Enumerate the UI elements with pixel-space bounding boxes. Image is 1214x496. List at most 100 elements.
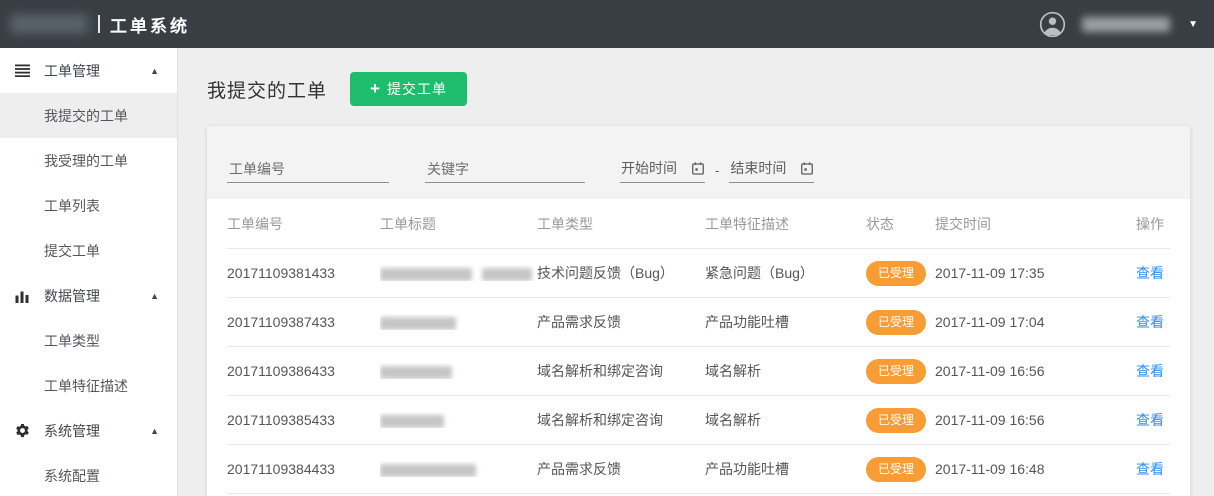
- sidebar-group-label: 数据管理: [44, 286, 150, 306]
- user-menu[interactable]: ▼: [1039, 11, 1198, 38]
- caret-up-icon[interactable]: ▲: [150, 66, 159, 76]
- col-order-no: 工单编号: [227, 214, 380, 234]
- cell-order-no: 20171109381433: [227, 265, 380, 281]
- col-title: 工单标题: [380, 214, 537, 234]
- col-status: 状态: [866, 214, 935, 234]
- cell-submit-time: 2017-11-09 16:56: [935, 412, 1136, 428]
- filter-bar: 开始时间 - 结束时间: [207, 126, 1190, 199]
- order-no-input[interactable]: [227, 158, 389, 183]
- sidebar-group-order-management[interactable]: 工单管理 ▲: [0, 48, 177, 93]
- cell-order-no: 20171109386433: [227, 363, 380, 379]
- col-type: 工单类型: [537, 214, 705, 234]
- cell-order-no: 20171109385433: [227, 412, 380, 428]
- menu-lines-icon: [15, 64, 33, 77]
- cell-action: 查看: [1136, 312, 1170, 332]
- sidebar-item-order-list[interactable]: 工单列表: [0, 183, 177, 228]
- sidebar-group-label: 工单管理: [44, 61, 150, 81]
- cell-action: 查看: [1136, 410, 1170, 430]
- col-feature: 工单特征描述: [705, 214, 866, 234]
- cell-order-no: 20171109387433: [227, 314, 380, 330]
- cell-feature: 产品功能吐槽: [705, 312, 866, 332]
- orders-table: 工单编号 工单标题 工单类型 工单特征描述 状态 提交时间 操作 2017110…: [207, 199, 1190, 494]
- date-range-separator: -: [715, 163, 719, 183]
- status-badge: 已受理: [866, 359, 926, 384]
- cell-title-redacted: [380, 461, 537, 477]
- bar-chart-icon: [15, 289, 33, 303]
- start-date-placeholder: 开始时间: [621, 158, 677, 178]
- cell-status: 已受理: [866, 408, 935, 433]
- username-blur: [1082, 17, 1170, 32]
- end-date-placeholder: 结束时间: [730, 158, 786, 178]
- table-row: 20171109385433 域名解析和绑定咨询 域名解析 已受理 2017-1…: [227, 396, 1170, 445]
- page-title: 我提交的工单: [207, 76, 327, 103]
- cell-feature: 域名解析: [705, 410, 866, 430]
- cell-title-redacted: [380, 363, 537, 379]
- submit-order-button-label: 提交工单: [387, 79, 447, 99]
- cell-action: 查看: [1136, 361, 1170, 381]
- cell-title-redacted: [380, 412, 537, 428]
- col-action: 操作: [1136, 214, 1170, 234]
- sidebar-item-submit-order[interactable]: 提交工单: [0, 228, 177, 273]
- cell-type: 域名解析和绑定咨询: [537, 361, 705, 381]
- cell-title-redacted: [380, 314, 537, 330]
- start-date-picker[interactable]: 开始时间: [620, 158, 705, 183]
- cell-feature: 紧急问题（Bug）: [705, 263, 866, 283]
- caret-up-icon[interactable]: ▲: [150, 426, 159, 436]
- cell-submit-time: 2017-11-09 16:56: [935, 363, 1136, 379]
- sidebar-item-order-type[interactable]: 工单类型: [0, 318, 177, 363]
- cell-submit-time: 2017-11-09 17:35: [935, 265, 1136, 281]
- col-submit-time: 提交时间: [935, 214, 1136, 234]
- sidebar-group-label: 系统管理: [44, 421, 150, 441]
- cell-feature: 产品功能吐槽: [705, 459, 866, 479]
- view-link[interactable]: 查看: [1136, 265, 1164, 281]
- sidebar-group-system-management[interactable]: 系统管理 ▲: [0, 408, 177, 453]
- logo-divider: [98, 15, 100, 33]
- sidebar-group-data-management[interactable]: 数据管理 ▲: [0, 273, 177, 318]
- cell-order-no: 20171109384433: [227, 461, 380, 477]
- cell-status: 已受理: [866, 457, 935, 482]
- cell-type: 域名解析和绑定咨询: [537, 410, 705, 430]
- app-header: 工单系统 ▼: [0, 0, 1214, 48]
- sidebar-item-system-config[interactable]: 系统配置: [0, 453, 177, 496]
- cell-submit-time: 2017-11-09 17:04: [935, 314, 1136, 330]
- logo-blur: [10, 14, 88, 34]
- sidebar-item-my-submitted-orders[interactable]: 我提交的工单: [0, 93, 177, 138]
- caret-up-icon[interactable]: ▲: [150, 291, 159, 301]
- view-link[interactable]: 查看: [1136, 412, 1164, 428]
- sidebar: 工单管理 ▲ 我提交的工单 我受理的工单 工单列表 提交工单 数据管理 ▲ 工单…: [0, 48, 178, 496]
- view-link[interactable]: 查看: [1136, 314, 1164, 330]
- calendar-icon: [692, 162, 704, 175]
- table-body: 20171109381433 技术问题反馈（Bug） 紧急问题（Bug） 已受理…: [227, 249, 1170, 494]
- status-badge: 已受理: [866, 457, 926, 482]
- app-title: 工单系统: [110, 12, 190, 37]
- submit-order-button[interactable]: + 提交工单: [350, 72, 467, 106]
- gear-icon: [15, 423, 33, 438]
- cell-status: 已受理: [866, 261, 935, 286]
- cell-status: 已受理: [866, 310, 935, 335]
- cell-type: 产品需求反馈: [537, 312, 705, 332]
- view-link[interactable]: 查看: [1136, 363, 1164, 379]
- caret-down-icon[interactable]: ▼: [1188, 19, 1198, 30]
- calendar-icon: [801, 162, 813, 175]
- cell-type: 产品需求反馈: [537, 459, 705, 479]
- table-header-row: 工单编号 工单标题 工单类型 工单特征描述 状态 提交时间 操作: [227, 199, 1170, 249]
- end-date-picker[interactable]: 结束时间: [729, 158, 814, 183]
- cell-feature: 域名解析: [705, 361, 866, 381]
- table-row: 20171109384433 产品需求反馈 产品功能吐槽 已受理 2017-11…: [227, 445, 1170, 494]
- cell-action: 查看: [1136, 459, 1170, 479]
- cell-submit-time: 2017-11-09 16:48: [935, 461, 1136, 477]
- cell-action: 查看: [1136, 263, 1170, 283]
- cell-status: 已受理: [866, 359, 935, 384]
- status-badge: 已受理: [866, 408, 926, 433]
- cell-type: 技术问题反馈（Bug）: [537, 263, 705, 283]
- sidebar-item-order-feature-desc[interactable]: 工单特征描述: [0, 363, 177, 408]
- table-row: 20171109386433 域名解析和绑定咨询 域名解析 已受理 2017-1…: [227, 347, 1170, 396]
- status-badge: 已受理: [866, 261, 926, 286]
- table-row: 20171109381433 技术问题反馈（Bug） 紧急问题（Bug） 已受理…: [227, 249, 1170, 298]
- main-content: 我提交的工单 + 提交工单 开始时间 -: [178, 48, 1214, 496]
- keyword-input[interactable]: [425, 158, 585, 183]
- plus-icon: +: [370, 79, 380, 99]
- view-link[interactable]: 查看: [1136, 461, 1164, 477]
- orders-card: 开始时间 - 结束时间: [207, 126, 1190, 496]
- sidebar-item-my-accepted-orders[interactable]: 我受理的工单: [0, 138, 177, 183]
